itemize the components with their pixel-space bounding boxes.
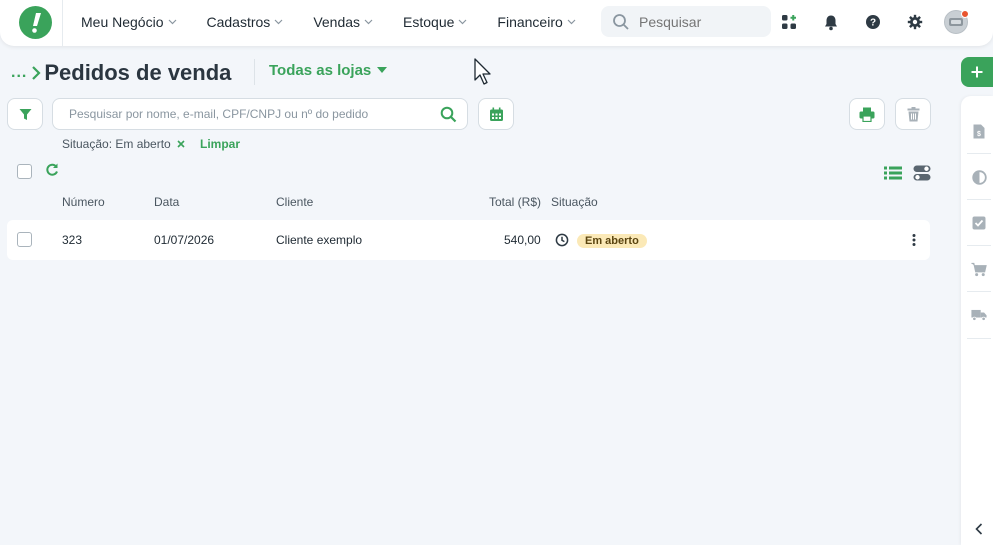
bell-icon[interactable] bbox=[821, 12, 841, 32]
top-navigation-bar: Meu Negócio Cadastros Vendas Estoque Fin… bbox=[0, 0, 993, 46]
nav-item-label: Financeiro bbox=[497, 14, 563, 30]
order-search[interactable] bbox=[52, 98, 468, 130]
refresh-icon[interactable] bbox=[45, 163, 59, 182]
nav-item-cadastros[interactable]: Cadastros bbox=[207, 14, 284, 30]
column-header-client[interactable]: Cliente bbox=[276, 195, 313, 209]
plus-icon bbox=[971, 66, 983, 78]
search-icon bbox=[612, 13, 630, 31]
calendar-icon bbox=[489, 107, 504, 122]
rail-divider bbox=[967, 153, 991, 154]
nav-item-estoque[interactable]: Estoque bbox=[403, 14, 467, 30]
invoice-icon[interactable]: $ bbox=[971, 123, 987, 139]
collapse-chevron-left-icon[interactable] bbox=[971, 521, 987, 537]
svg-text:?: ? bbox=[870, 18, 876, 29]
breadcrumb-more-link[interactable]: ... bbox=[11, 64, 27, 82]
clear-filters-link[interactable]: Limpar bbox=[200, 137, 240, 151]
logo-divider bbox=[62, 0, 63, 46]
svg-text:$: $ bbox=[977, 131, 981, 138]
caret-down-icon bbox=[377, 67, 388, 74]
order-total: 540,00 bbox=[504, 233, 541, 247]
title-divider bbox=[254, 59, 255, 85]
gear-icon[interactable] bbox=[905, 12, 925, 32]
order-client: Cliente exemplo bbox=[276, 233, 363, 247]
store-selector-label: Todas as lojas bbox=[269, 62, 372, 79]
funnel-icon bbox=[19, 108, 32, 121]
remove-filter-icon[interactable] bbox=[177, 140, 185, 148]
column-header-date[interactable]: Data bbox=[154, 195, 179, 209]
main-menu: Meu Negócio Cadastros Vendas Estoque Fin… bbox=[81, 0, 606, 44]
store-selector[interactable]: Todas as lojas bbox=[269, 62, 388, 79]
shopping-cart-icon[interactable] bbox=[971, 261, 987, 277]
date-filter-button[interactable] bbox=[478, 98, 514, 130]
nav-item-label: Cadastros bbox=[206, 14, 271, 30]
row-menu-kebab-icon[interactable] bbox=[911, 233, 917, 247]
nav-item-label: Vendas bbox=[313, 14, 361, 30]
global-search-input[interactable] bbox=[639, 13, 759, 30]
chevron-down-icon bbox=[274, 19, 283, 25]
column-header-status[interactable]: Situação bbox=[551, 195, 598, 209]
printer-icon bbox=[859, 107, 875, 122]
print-button[interactable] bbox=[849, 98, 885, 130]
mouse-cursor-icon bbox=[474, 58, 494, 91]
row-checkbox[interactable] bbox=[17, 232, 32, 247]
contrast-icon[interactable] bbox=[971, 169, 987, 185]
rail-divider bbox=[967, 199, 991, 200]
nav-item-label: Estoque bbox=[403, 14, 455, 30]
filter-button[interactable] bbox=[7, 98, 43, 130]
delivery-truck-icon[interactable] bbox=[971, 307, 987, 323]
nav-item-vendas[interactable]: Vendas bbox=[313, 14, 373, 30]
chevron-down-icon bbox=[364, 19, 373, 25]
chevron-down-icon bbox=[567, 19, 576, 25]
search-icon[interactable] bbox=[440, 106, 457, 123]
nav-item-financeiro[interactable]: Financeiro bbox=[497, 14, 576, 30]
apps-grid-icon[interactable] bbox=[779, 12, 799, 32]
notification-dot bbox=[961, 10, 969, 18]
user-avatar[interactable] bbox=[944, 10, 969, 34]
trash-icon bbox=[907, 106, 920, 122]
table-row[interactable]: 323 01/07/2026 Cliente exemplo 540,00 bbox=[7, 220, 930, 260]
right-side-rail: $ bbox=[961, 96, 993, 545]
status-badge: Em aberto bbox=[577, 234, 647, 248]
rail-divider bbox=[967, 338, 991, 339]
breadcrumb: ... Pedidos de venda bbox=[11, 60, 231, 86]
chevron-down-icon bbox=[168, 19, 177, 25]
toggle-columns-icon[interactable] bbox=[913, 165, 931, 186]
checkbox-task-icon[interactable] bbox=[971, 215, 987, 231]
nav-item-meu-negocio[interactable]: Meu Negócio bbox=[81, 14, 177, 30]
select-all-checkbox[interactable] bbox=[17, 164, 32, 179]
order-date: 01/07/2026 bbox=[154, 233, 215, 247]
page-title: Pedidos de venda bbox=[44, 60, 232, 85]
clock-icon bbox=[555, 233, 569, 252]
list-view-icon[interactable] bbox=[884, 166, 902, 185]
delete-button[interactable] bbox=[895, 98, 931, 130]
active-filter-label: Situação: Em aberto bbox=[62, 137, 171, 151]
add-order-button[interactable] bbox=[961, 57, 993, 87]
column-header-total[interactable]: Total (R$) bbox=[489, 195, 541, 209]
rail-divider bbox=[967, 245, 991, 246]
column-header-number[interactable]: Número bbox=[62, 195, 105, 209]
chevron-right-icon bbox=[31, 65, 41, 81]
app-logo-icon[interactable] bbox=[19, 6, 52, 39]
chevron-down-icon bbox=[458, 19, 467, 25]
help-question-icon[interactable]: ? bbox=[863, 12, 883, 32]
order-number: 323 bbox=[62, 233, 83, 247]
nav-item-label: Meu Negócio bbox=[81, 14, 164, 30]
order-search-input[interactable] bbox=[53, 107, 423, 121]
active-filter-chip: Situação: Em aberto bbox=[62, 137, 185, 151]
global-search[interactable] bbox=[601, 6, 771, 37]
rail-divider bbox=[967, 291, 991, 292]
